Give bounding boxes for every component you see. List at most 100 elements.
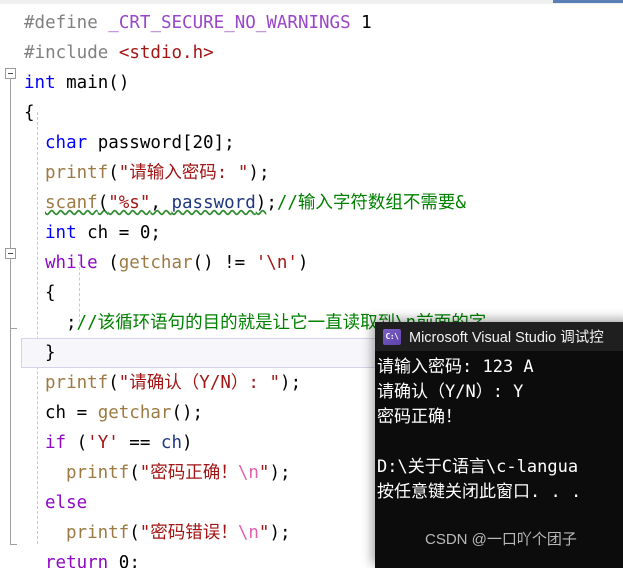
code-token: ( <box>108 163 119 183</box>
code-token: ]; <box>213 133 235 153</box>
code-token: getchar <box>118 253 193 273</box>
code-token: ch <box>160 433 182 453</box>
code-token: { <box>45 283 56 303</box>
code-token: ; <box>150 223 161 243</box>
code-line[interactable]: #include <stdio.h> <box>24 38 214 68</box>
code-token: printf <box>66 463 130 483</box>
csdn-watermark: CSDN @一口吖个团子 <box>425 531 577 548</box>
code-token: char <box>45 133 88 153</box>
code-token: 0 <box>139 223 151 243</box>
debug-console-window[interactable]: C:\ Microsoft Visual Studio 调试控 请输入密码: 1… <box>375 322 623 568</box>
code-line[interactable]: printf("请输入密码: "); <box>45 158 270 188</box>
code-line[interactable]: printf("密码错误！\n"); <box>66 518 291 548</box>
code-token: ); <box>269 523 291 543</box>
code-line[interactable]: { <box>45 278 56 308</box>
code-token: #include <box>24 43 119 63</box>
collapse-toggle-main[interactable] <box>5 68 16 79</box>
code-line[interactable]: } <box>45 338 56 368</box>
code-token: , <box>150 193 172 213</box>
indent-guide-level-1 <box>37 112 38 544</box>
code-token: return <box>45 553 109 568</box>
code-token: ; <box>66 313 77 333</box>
code-token: == <box>118 433 161 453</box>
code-line[interactable]: char password[20]; <box>45 128 235 158</box>
code-token: "密码正确！ <box>139 463 238 483</box>
code-token: { <box>24 103 35 123</box>
code-token: #define <box>24 13 109 33</box>
console-output-line: D:\关于C语言\c-langua <box>377 457 579 477</box>
code-token: 0 <box>118 553 130 568</box>
code-token: ( <box>66 433 88 453</box>
top-strip-accent <box>553 0 623 3</box>
console-output-area[interactable]: 请输入密码: 123 A 请确认（Y/N）: Y 密码正确！ D:\关于C语言\c-l… <box>375 351 623 505</box>
visual-studio-screenshot: #define _CRT_SECURE_NO_WARNINGS 1 #includ… <box>0 0 623 568</box>
code-token: getchar <box>97 403 172 423</box>
code-token: printf <box>45 373 109 393</box>
code-token: //输入字符数组不需要& <box>276 193 466 213</box>
console-titlebar[interactable]: C:\ Microsoft Visual Studio 调试控 <box>375 322 623 351</box>
console-output-line: 密码正确！ <box>377 407 462 427</box>
code-token: int <box>45 223 77 243</box>
code-token: printf <box>45 163 109 183</box>
code-line[interactable]: #define _CRT_SECURE_NO_WARNINGS 1 <box>24 8 372 38</box>
code-token: _CRT_SECURE_NO_WARNINGS <box>108 13 351 33</box>
code-token: 20 <box>192 133 214 153</box>
code-token: ch = <box>45 403 98 423</box>
code-line[interactable]: while (getchar() != '\n') <box>45 248 308 278</box>
console-icon-label: C:\ <box>385 331 399 341</box>
code-token: 1 <box>350 13 372 33</box>
code-line[interactable]: printf("请确认（Y/N）: "); <box>45 368 301 398</box>
code-token: ); <box>269 463 291 483</box>
console-app-icon: C:\ <box>383 328 401 345</box>
code-token: ( <box>108 373 119 393</box>
outlining-gutter[interactable] <box>0 4 22 568</box>
code-token: } <box>45 343 56 363</box>
code-token: main() <box>55 73 130 93</box>
code-token: () != <box>192 253 256 273</box>
code-token: ); <box>280 373 302 393</box>
code-token: \n <box>237 523 259 543</box>
code-line[interactable]: ch = getchar(); <box>45 398 203 428</box>
code-token: printf <box>66 523 130 543</box>
code-token: ); <box>248 163 270 183</box>
code-line[interactable]: else <box>45 488 87 518</box>
code-token: "请确认（Y/N）: " <box>118 373 281 393</box>
code-token: ) <box>297 253 309 273</box>
code-token: if <box>45 433 67 453</box>
code-line[interactable]: { <box>24 98 35 128</box>
code-token: <stdio.h> <box>118 43 214 63</box>
code-token: int <box>24 73 56 93</box>
outline-end-tick-main <box>10 544 17 545</box>
code-line[interactable]: int main() <box>24 68 129 98</box>
code-token: ch = <box>76 223 140 243</box>
code-token: "密码错误！ <box>139 523 238 543</box>
outline-vertical-line-main <box>10 79 11 544</box>
code-token: ) <box>182 433 193 453</box>
code-token: 'Y' <box>87 433 119 453</box>
code-token: " <box>258 463 270 483</box>
collapse-toggle-while[interactable] <box>5 248 16 259</box>
code-token: password <box>171 193 256 213</box>
code-token: (); <box>171 403 204 423</box>
code-line[interactable]: scanf("%s", password);//输入字符数组不需要& <box>45 188 466 218</box>
code-line[interactable]: if ('Y' == ch) <box>45 428 193 458</box>
code-token: ; <box>129 553 140 568</box>
code-token: ( <box>97 193 109 213</box>
code-token: ( <box>97 253 119 273</box>
code-token: ( <box>129 463 140 483</box>
code-line[interactable]: printf("密码正确！\n"); <box>66 458 291 488</box>
code-token: \n <box>237 463 259 483</box>
code-token: "%s" <box>108 193 151 213</box>
console-output-line: 按任意键关闭此窗口. . . <box>377 482 582 502</box>
console-output-line: 请输入密码: 123 A <box>377 357 534 377</box>
code-line[interactable]: int ch = 0; <box>45 218 161 248</box>
code-line[interactable]: return 0; <box>45 548 140 568</box>
code-token: ) <box>255 193 267 213</box>
outline-end-tick-while <box>10 328 17 329</box>
code-token: ; <box>266 193 277 213</box>
console-output-line: 请确认（Y/N）: Y <box>377 382 524 402</box>
code-token: ( <box>129 523 140 543</box>
code-token: "请输入密码: " <box>118 163 249 183</box>
